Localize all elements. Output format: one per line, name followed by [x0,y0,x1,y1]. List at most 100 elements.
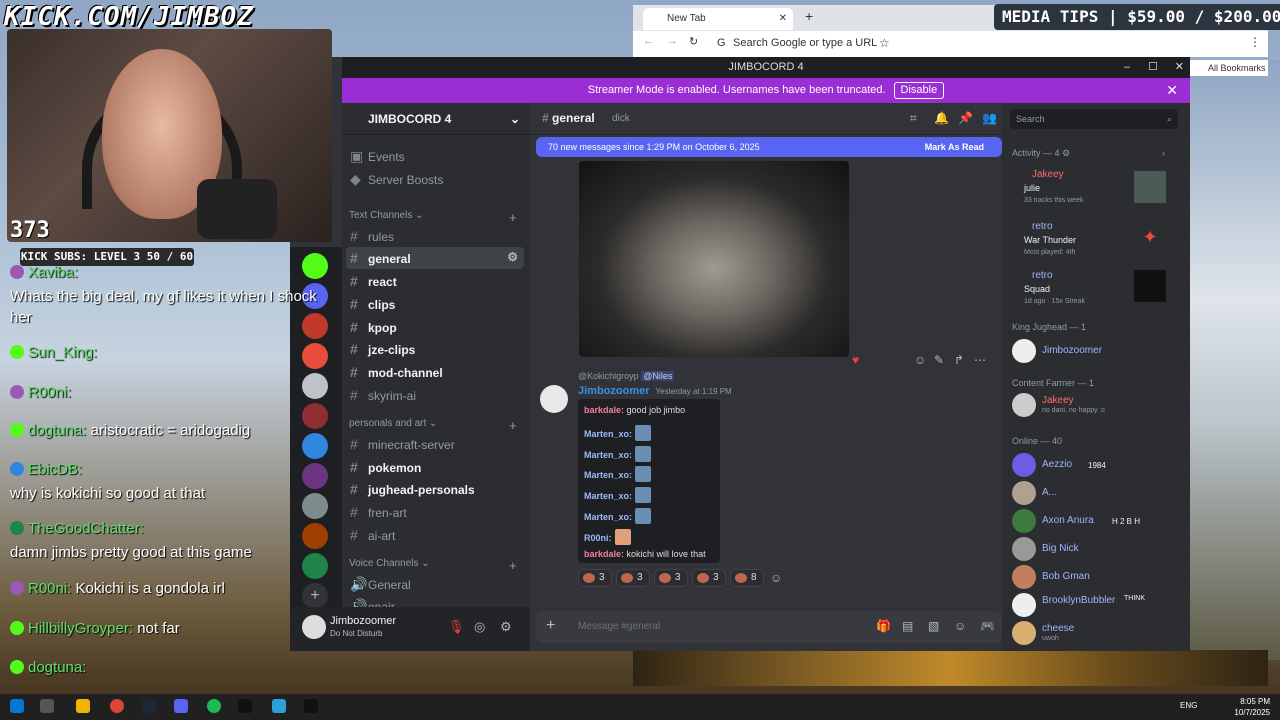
add-reaction-icon[interactable]: ☺ [914,353,926,367]
channel-ai-art[interactable]: # ai-art [350,527,395,543]
omnibox[interactable]: G Search Google or type a URL [703,33,893,53]
channel-label: General [368,578,411,592]
channel-label: kpop [368,321,397,335]
chevron-right-icon[interactable]: › [1162,148,1165,158]
channel-jze-clips[interactable]: # jze-clips [350,341,415,357]
menu-icon[interactable]: ⋮ [1249,35,1261,49]
avatar [1012,593,1036,617]
add-channel-icon[interactable]: + [509,210,517,225]
forward-icon[interactable]: → [667,35,678,47]
reaction-pill[interactable]: 3 [692,569,726,587]
task-view-icon[interactable] [40,699,54,713]
channel-pokemon[interactable]: # pokemon [350,459,421,475]
mark-as-read-button[interactable]: Mark As Read [925,137,984,157]
close-banner-icon[interactable]: ✕ [1166,78,1178,103]
message-composer[interactable]: + Message #general 🎁 ▤ ▧ ☺ 🎮 [536,611,1002,643]
close-tab-icon[interactable]: ✕ [779,8,787,30]
members-icon[interactable]: 👥 [982,111,997,125]
obs-icon[interactable] [238,699,252,713]
channel-label: general [368,252,411,266]
activity-title: Squad [1024,284,1051,294]
sticker-icon[interactable]: ▧ [928,619,939,633]
channel-jughead-personals[interactable]: # jughead-personals [350,481,475,497]
category-personals[interactable]: personals and art ⌄ + [349,418,517,433]
embed-line: R00ni: [584,529,631,545]
chat-text: damn jimbs pretty good at this game [10,544,252,561]
events-item[interactable]: ▣ Events [350,148,405,165]
headphones-icon[interactable]: ◎ [474,619,485,635]
chat-user: R00ni: [28,580,72,597]
bookmark-star-icon[interactable]: ☆ [879,36,890,50]
close-icon[interactable]: ✕ [1175,57,1184,78]
app-icon[interactable] [304,699,318,713]
chat-user: R00ni: [28,384,72,401]
channel-general[interactable]: # general ⚙ [346,247,524,269]
member-name: Bob Gman [1042,571,1090,582]
all-bookmarks[interactable]: All Bookmarks [1190,60,1268,76]
back-icon[interactable]: ← [643,35,654,47]
new-messages-bar[interactable]: 70 new messages since 1:29 PM on October… [536,137,1002,157]
steam-icon[interactable] [142,699,156,713]
spotify-icon[interactable] [207,699,221,713]
edit-icon[interactable]: ✎ [934,353,944,367]
activity-header[interactable]: Activity — 4 ⚙ › [1012,148,1165,159]
channel-rules[interactable]: # rules [350,228,394,244]
gear-icon[interactable]: ⚙ [507,250,518,264]
file-explorer-icon[interactable] [76,699,90,713]
channel-minecraft-server[interactable]: # minecraft-server [350,436,455,452]
avatar[interactable] [540,385,568,413]
category-text-channels[interactable]: Text Channels ⌄ + [349,210,517,225]
telegram-icon[interactable] [272,699,286,713]
disable-button[interactable]: Disable [893,82,945,99]
channel-fren-art[interactable]: # fren-art [350,504,407,520]
donkey-image[interactable] [579,161,849,357]
voice-general[interactable]: 🔊General [350,576,411,593]
search-input[interactable]: Search ⌕ [1010,109,1178,129]
start-icon[interactable] [10,699,24,713]
apps-icon[interactable]: 🎮 [980,619,995,633]
maximize-icon[interactable]: ☐ [1148,57,1158,78]
channel-skyrim-ai[interactable]: # skyrim-ai [350,387,416,403]
server-header[interactable]: JIMBOCORD 4 ⌄ [342,103,530,135]
reaction-pill[interactable]: 8 [730,569,764,587]
voice-onair[interactable]: 🔊onair [350,598,395,607]
reply-reference[interactable]: @Kokichigroyp @Niles [578,371,675,381]
chrome-icon[interactable] [110,699,124,713]
heart-reaction-icon[interactable]: ♥ [852,353,859,367]
mic-muted-icon[interactable]: 🎙 [448,619,465,635]
gear-icon[interactable]: ⚙ [500,619,512,635]
add-reaction-icon[interactable]: ☺ [770,571,782,585]
message-author[interactable]: Jimbozoomer Yesterday at 1:19 PM [578,385,732,397]
add-channel-icon[interactable]: + [509,558,517,573]
emoji-icon[interactable]: ☺ [954,619,966,633]
channel-clips[interactable]: # clips [350,296,395,312]
channel-label: pokemon [368,461,422,475]
minimize-icon[interactable]: – [1124,57,1130,78]
bell-icon[interactable]: 🔔 [934,111,949,125]
discord-icon[interactable] [174,699,188,713]
reaction-pill[interactable]: 3 [578,569,612,587]
channel-mod-channel[interactable]: # mod-channel [350,364,443,380]
reload-icon[interactable]: ↻ [689,35,698,48]
threads-icon[interactable]: ⌗ [910,111,917,126]
reply-icon[interactable]: ↱ [954,353,964,367]
add-attachment-icon[interactable]: + [546,617,555,635]
new-tab-icon[interactable]: + [805,8,813,24]
channel-label: ai-art [368,529,396,543]
gift-icon[interactable]: 🎁 [876,619,891,633]
category-voice[interactable]: Voice Channels ⌄ + [349,558,517,573]
add-channel-icon[interactable]: + [509,418,517,433]
pin-icon[interactable]: 📌 [958,111,973,125]
boosts-item[interactable]: ◆ Server Boosts [350,171,443,188]
channel-name: general [552,111,595,125]
more-icon[interactable]: ⋯ [974,353,986,367]
language-indicator[interactable]: ENG [1180,701,1197,710]
channel-kpop[interactable]: # kpop [350,319,397,335]
reaction-pill[interactable]: 3 [616,569,650,587]
reaction-pill[interactable]: 3 [654,569,688,587]
clock[interactable]: 8:05 PM 10/7/2025 [1234,696,1270,718]
channel-react[interactable]: # react [350,273,397,289]
gif-icon[interactable]: ▤ [902,619,913,633]
chat-text: why is kokichi so good at that [10,485,206,502]
chrome-tab[interactable]: New Tab ✕ [643,8,793,30]
